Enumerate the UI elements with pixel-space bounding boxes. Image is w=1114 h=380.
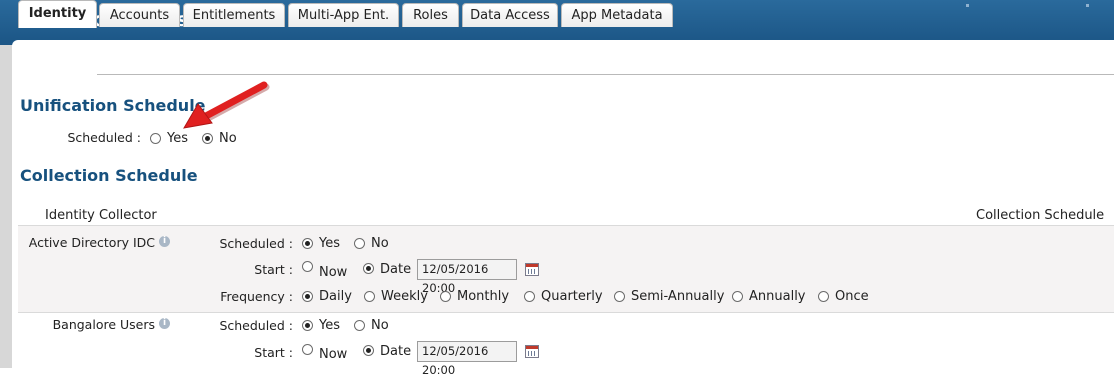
column-header-schedule: Collection Schedule — [976, 208, 1105, 223]
annotation-arrow — [183, 81, 270, 129]
info-icon[interactable]: i — [159, 236, 170, 247]
scheduled-label: Scheduled : — [219, 318, 293, 333]
tab-roles[interactable]: Roles — [402, 3, 459, 27]
freq-semi-annually-radio[interactable] — [614, 291, 625, 302]
titlebar-speck — [966, 4, 969, 7]
freq-once-radio[interactable] — [818, 291, 829, 302]
row1-start-date-input[interactable]: 12/05/2016 20:00 — [417, 259, 517, 295]
tab-entitlements[interactable]: Entitlements — [183, 3, 285, 27]
freq-daily-radio[interactable] — [302, 291, 313, 302]
freq-weekly-radio[interactable] — [364, 291, 375, 302]
row1-start-date-radio[interactable] — [363, 263, 374, 274]
start-label: Start : — [254, 345, 293, 360]
unification-yes-radio[interactable] — [150, 133, 161, 144]
row1-scheduled-yes-radio[interactable] — [302, 238, 313, 249]
collector-name: Active Directory IDC — [28, 235, 155, 250]
freq-semi-annually-label[interactable]: Semi-Annually — [631, 289, 724, 304]
window-left-edge — [0, 45, 12, 368]
freq-quarterly-radio[interactable] — [524, 291, 535, 302]
row1-start-now-label[interactable]: Now — [319, 265, 347, 280]
calendar-icon[interactable] — [525, 263, 539, 276]
collector-name: Bangalore Users — [52, 317, 155, 332]
freq-monthly-label[interactable]: Monthly — [457, 289, 509, 304]
row2-start-date-input[interactable]: 12/05/2016 20:00 — [417, 341, 517, 377]
row2-start-date-label[interactable]: Date — [380, 344, 411, 359]
row2-scheduled-yes-radio[interactable] — [302, 320, 313, 331]
row1-start-date-label[interactable]: Date — [380, 262, 411, 277]
freq-annually-label[interactable]: Annually — [749, 289, 806, 304]
tab-multi-app-ent[interactable]: Multi-App Ent. — [288, 3, 399, 27]
freq-daily-label[interactable]: Daily — [319, 289, 352, 304]
column-header-collector: Identity Collector — [45, 208, 157, 223]
row-divider — [18, 312, 1114, 313]
unification-scheduled-label: Scheduled : — [67, 130, 141, 145]
freq-quarterly-label[interactable]: Quarterly — [541, 289, 603, 304]
row2-scheduled-no-radio[interactable] — [354, 320, 365, 331]
info-icon[interactable]: i — [159, 318, 170, 329]
freq-monthly-radio[interactable] — [440, 291, 451, 302]
scheduled-label: Scheduled : — [219, 236, 293, 251]
tab-data-access[interactable]: Data Access — [462, 3, 558, 27]
collection-heading: Collection Schedule — [20, 166, 198, 185]
freq-once-label[interactable]: Once — [835, 289, 869, 304]
row1-scheduled-no-radio[interactable] — [354, 238, 365, 249]
frequency-label: Frequency : — [220, 289, 293, 304]
calendar-icon[interactable] — [525, 345, 539, 358]
row2-scheduled-yes-label[interactable]: Yes — [319, 318, 340, 333]
row2-scheduled-no-label[interactable]: No — [371, 318, 389, 333]
start-label: Start : — [254, 262, 293, 277]
row1-start-now-radio[interactable] — [302, 261, 313, 272]
row1-scheduled-yes-label[interactable]: Yes — [319, 236, 340, 251]
tab-accounts[interactable]: Accounts — [99, 3, 180, 27]
tab-divider — [97, 74, 1114, 75]
tab-identity[interactable]: Identity — [18, 0, 97, 28]
row2-start-date-radio[interactable] — [363, 345, 374, 356]
row1-scheduled-no-label[interactable]: No — [371, 236, 389, 251]
row2-start-now-radio[interactable] — [302, 344, 313, 355]
freq-weekly-label[interactable]: Weekly — [381, 289, 428, 304]
tab-app-metadata[interactable]: App Metadata — [561, 3, 673, 27]
freq-annually-radio[interactable] — [732, 291, 743, 302]
row2-start-now-label[interactable]: Now — [319, 347, 347, 362]
titlebar-speck — [1086, 4, 1089, 7]
